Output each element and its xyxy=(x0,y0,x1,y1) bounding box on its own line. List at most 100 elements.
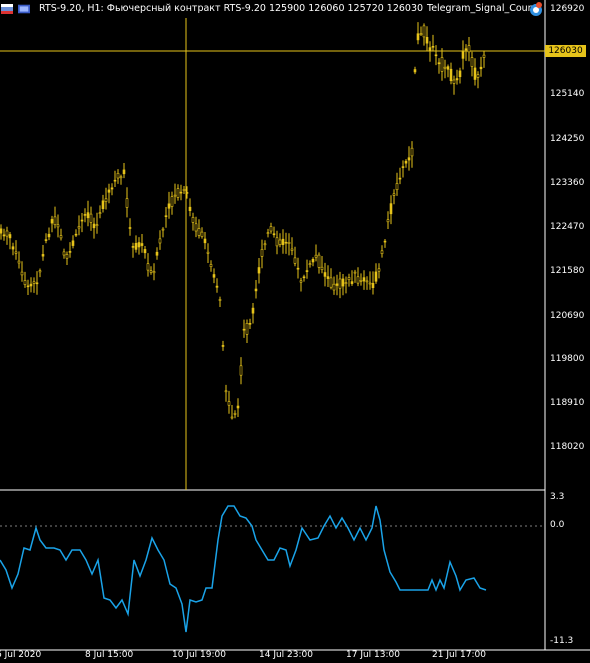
candle-body xyxy=(197,228,201,236)
price-tick: 123360 xyxy=(550,178,585,188)
time-tick: 14 Jul 23:00 xyxy=(259,650,313,660)
candle-body xyxy=(230,416,234,419)
candle-body xyxy=(431,45,435,48)
candle-body xyxy=(38,270,42,273)
price-chart[interactable] xyxy=(0,0,590,663)
price-tick: 126920 xyxy=(550,4,585,14)
candle-body xyxy=(239,365,243,376)
candle-body xyxy=(272,233,276,236)
candle-body xyxy=(188,206,192,211)
candle-body xyxy=(317,254,321,268)
candle-body xyxy=(299,280,303,283)
candle-body xyxy=(119,176,123,179)
time-tick: 8 Jul 15:00 xyxy=(85,650,134,660)
candle-body xyxy=(83,214,87,216)
candle-body xyxy=(176,188,180,198)
candle-body xyxy=(68,251,72,253)
price-tick: 125140 xyxy=(550,89,585,99)
candle-body xyxy=(395,183,399,190)
candle-body xyxy=(350,281,354,284)
candle-body xyxy=(137,242,141,248)
candle-body xyxy=(77,226,81,229)
candle-body xyxy=(59,235,63,239)
candle-body xyxy=(377,268,381,272)
candle-body xyxy=(419,33,423,35)
candle-body xyxy=(446,66,450,70)
candle-body xyxy=(362,277,366,282)
candle-body xyxy=(131,246,135,248)
candle-body xyxy=(200,231,204,237)
candle-body xyxy=(461,50,465,59)
indicator-tick: -11.3 xyxy=(550,636,574,646)
candle-body xyxy=(482,54,486,58)
candle-body xyxy=(11,246,15,250)
time-tick: 6 Jul 2020 xyxy=(0,650,42,660)
candle-body xyxy=(134,243,138,250)
price-tick: 118020 xyxy=(550,442,585,452)
candle-body xyxy=(107,189,111,193)
candle-body xyxy=(422,25,426,38)
candle-body xyxy=(65,254,69,259)
candle-body xyxy=(479,66,483,70)
candle-body xyxy=(2,234,6,237)
time-tick: 21 Jul 17:00 xyxy=(432,650,486,660)
candle-body xyxy=(155,251,159,256)
candle-body xyxy=(5,230,9,237)
candle-body xyxy=(278,239,282,245)
candle-body xyxy=(158,238,162,244)
candle-body xyxy=(35,282,39,285)
candle-body xyxy=(20,271,24,276)
candle-body xyxy=(215,285,219,288)
candle-body xyxy=(287,242,291,244)
candle-body xyxy=(203,238,207,244)
candle-body xyxy=(116,173,120,179)
candle-body xyxy=(440,57,444,72)
candle-body xyxy=(344,282,348,284)
candle-body xyxy=(170,196,174,207)
time-tick: 10 Jul 19:00 xyxy=(172,650,226,660)
candle-body xyxy=(224,390,228,393)
price-tick: 119800 xyxy=(550,354,585,364)
candle-body xyxy=(305,270,309,272)
candle-body xyxy=(356,276,360,284)
candle-body xyxy=(125,198,129,208)
candle-body xyxy=(44,239,48,241)
candle-body xyxy=(8,234,12,239)
indicator-tick: 3.3 xyxy=(550,492,565,502)
time-tick: 17 Jul 13:00 xyxy=(346,650,400,660)
candle-body xyxy=(473,67,477,80)
candle-body xyxy=(152,271,156,274)
candle-body xyxy=(29,283,33,287)
candle-body xyxy=(167,203,171,209)
candle-body xyxy=(374,271,378,282)
candle-body xyxy=(407,157,411,161)
candle-body xyxy=(101,200,105,210)
candle-body xyxy=(104,198,108,202)
candle-body xyxy=(359,279,363,282)
candle-body xyxy=(53,216,57,225)
candle-body xyxy=(296,267,300,270)
candle-body xyxy=(32,281,36,284)
candle-body xyxy=(143,249,147,254)
candle-body xyxy=(464,48,468,51)
candle-body xyxy=(368,282,372,285)
candle-body xyxy=(50,219,54,224)
candle-body xyxy=(140,243,144,246)
candle-body xyxy=(347,277,351,281)
candle-body xyxy=(365,280,369,283)
candle-body xyxy=(392,193,396,196)
candle-body xyxy=(263,243,267,246)
candle-body xyxy=(386,219,390,223)
candle-body xyxy=(161,228,165,231)
candle-body xyxy=(98,212,102,214)
candle-body xyxy=(149,270,153,273)
candle-body xyxy=(191,217,195,223)
candle-body xyxy=(227,401,231,406)
candle-body xyxy=(389,203,393,215)
price-tick: 120690 xyxy=(550,311,585,321)
candle-body xyxy=(416,33,420,41)
candle-body xyxy=(467,45,471,53)
candle-body xyxy=(23,280,27,285)
candle-body xyxy=(0,228,3,234)
candle-body xyxy=(329,277,333,288)
